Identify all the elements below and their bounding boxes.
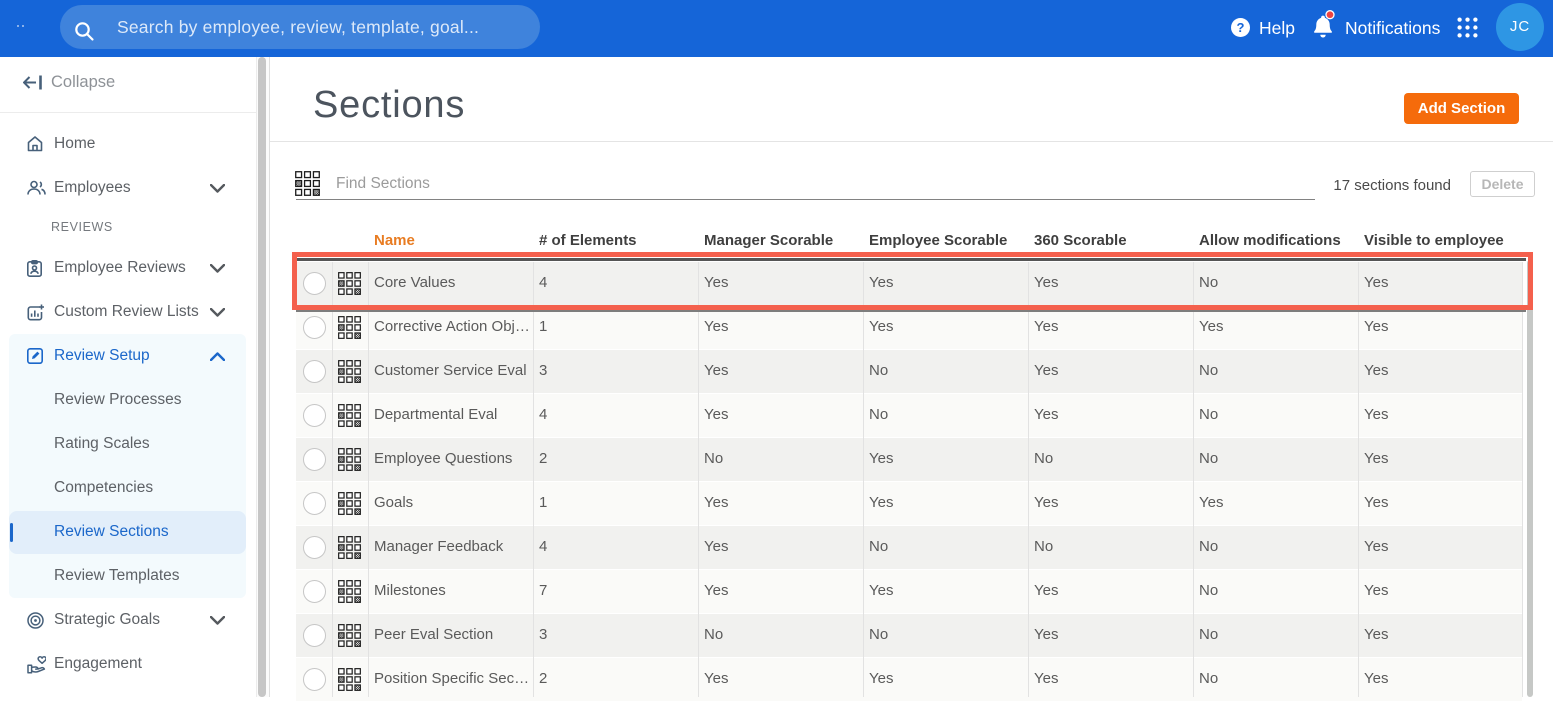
svg-text:?: ? [1237,20,1245,35]
